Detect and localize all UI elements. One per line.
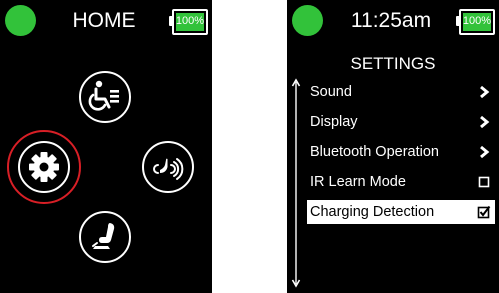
settings-menu-button[interactable] <box>18 141 70 193</box>
setting-label: Charging Detection <box>310 204 435 220</box>
setting-item-bluetooth-operation[interactable]: Bluetooth Operation <box>307 140 495 164</box>
chevron-right-icon <box>480 145 490 159</box>
home-screen: HOME 100% <box>0 0 212 293</box>
status-indicator <box>292 5 323 36</box>
battery-level: 100% <box>175 15 205 27</box>
setting-item-charging-detection[interactable]: Charging Detection <box>307 200 495 224</box>
clock: 11:25am <box>350 9 432 32</box>
setting-item-ir-learn-mode[interactable]: IR Learn Mode <box>307 170 495 194</box>
setting-label: IR Learn Mode <box>310 174 406 190</box>
chevron-right-icon <box>480 85 490 99</box>
seat-positioning-icon <box>92 223 115 249</box>
battery-indicator: 100% <box>456 9 495 35</box>
screen-title: HOME <box>72 9 136 32</box>
setting-item-sound[interactable]: Sound <box>307 80 495 104</box>
bluetooth-wireless-icon <box>153 158 184 180</box>
charging-detection-checkbox[interactable] <box>477 205 491 219</box>
positioning-menu-button[interactable] <box>79 211 131 263</box>
scrollbar[interactable] <box>291 78 301 288</box>
setting-label: Bluetooth Operation <box>310 144 439 160</box>
seating-menu-button[interactable] <box>79 71 131 123</box>
setting-item-display[interactable]: Display <box>307 110 495 134</box>
settings-heading: SETTINGS <box>350 54 436 73</box>
status-indicator <box>5 5 36 36</box>
ir-learn-mode-checkbox[interactable] <box>477 175 491 189</box>
setting-label: Display <box>310 114 358 130</box>
battery-indicator: 100% <box>169 9 208 35</box>
setting-label: Sound <box>310 84 352 100</box>
chevron-right-icon <box>480 115 490 129</box>
battery-level: 100% <box>462 15 492 27</box>
gear-icon <box>29 152 59 182</box>
wheelchair-seating-icon <box>88 80 119 111</box>
settings-screen: 11:25am 100% SETTINGS Sound Display Blue… <box>287 0 499 293</box>
bluetooth-menu-button[interactable] <box>142 141 194 193</box>
